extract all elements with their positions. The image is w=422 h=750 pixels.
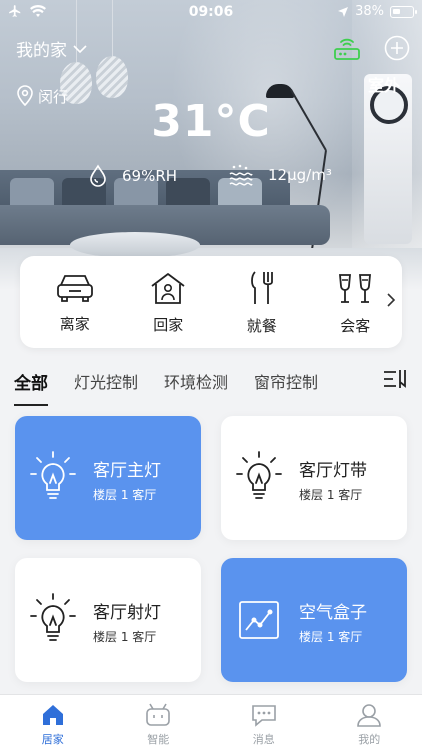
- glasses-icon: [339, 273, 372, 303]
- user-icon: [357, 704, 382, 727]
- tab-environment[interactable]: 环境检测: [164, 366, 228, 393]
- lightbulb-icon: [236, 451, 282, 499]
- nav-label: 消息: [252, 733, 275, 746]
- device-name: 空气盒子: [299, 603, 367, 623]
- tab-lighting[interactable]: 灯光控制: [74, 366, 138, 393]
- pm-reading: 12μg/m³: [228, 164, 332, 186]
- chart-icon: [239, 601, 279, 639]
- device-name: 客厅射灯: [93, 603, 161, 623]
- house-icon: [151, 272, 185, 304]
- status-bar: 09:06 38%: [0, 0, 422, 24]
- category-tabs: 全部 灯光控制 环境检测 窗帘控制: [14, 366, 408, 406]
- car-icon: [56, 274, 93, 302]
- location-arrow-icon: [338, 6, 349, 17]
- device-location: 楼层 1 客厅: [299, 630, 363, 644]
- home-name: 我的家: [16, 41, 67, 61]
- sort-icon[interactable]: [382, 368, 408, 390]
- device-location: 楼层 1 客厅: [299, 488, 363, 502]
- nav-label: 智能: [147, 733, 170, 746]
- lightbulb-icon: [30, 593, 76, 641]
- scene-label: 就餐: [246, 316, 277, 335]
- add-icon[interactable]: [384, 35, 410, 61]
- home-icon: [42, 705, 63, 725]
- robot-icon: [146, 703, 171, 726]
- temperature: 31°C: [151, 96, 271, 147]
- nav-smart[interactable]: 智能: [106, 695, 212, 750]
- chevron-right-icon[interactable]: [386, 292, 396, 308]
- scene-label: 会客: [340, 316, 371, 335]
- scene-leave-home[interactable]: 离家: [28, 256, 122, 348]
- scene-label: 离家: [59, 314, 90, 333]
- scene-come-home[interactable]: 回家: [122, 256, 216, 348]
- nav-label: 我的: [358, 733, 381, 746]
- nav-messages[interactable]: 消息: [211, 695, 317, 750]
- device-location: 楼层 1 客厅: [93, 630, 157, 644]
- device-card-air-box[interactable]: 空气盒子 楼层 1 客厅: [221, 558, 407, 682]
- router-icon[interactable]: [332, 36, 362, 62]
- tab-all[interactable]: 全部: [14, 366, 48, 406]
- device-card-light-strip[interactable]: 客厅灯带 楼层 1 客厅: [221, 416, 407, 540]
- lightbulb-icon: [30, 451, 76, 499]
- pendant-lamp: [96, 56, 128, 98]
- outdoor-label: 室外: [368, 76, 401, 95]
- nav-label: 居家: [41, 733, 64, 746]
- nav-profile[interactable]: 我的: [317, 695, 422, 750]
- device-card-main-light[interactable]: 客厅主灯 楼层 1 客厅: [15, 416, 201, 540]
- battery-icon: [390, 5, 417, 18]
- device-location: 楼层 1 客厅: [93, 488, 157, 502]
- scene-bar: 离家 回家 就餐 会客: [20, 256, 402, 348]
- water-drop-icon: [90, 164, 106, 187]
- air-quality-icon: [229, 164, 253, 186]
- scene-dining[interactable]: 就餐: [215, 256, 309, 348]
- bottom-nav: 居家 智能 消息 我的: [0, 694, 422, 750]
- cutlery-icon: [250, 270, 273, 304]
- home-selector[interactable]: 我的家: [16, 36, 87, 61]
- message-icon: [251, 705, 276, 727]
- coffee-table: [70, 232, 200, 258]
- device-name: 客厅灯带: [299, 461, 367, 481]
- nav-home[interactable]: 居家: [0, 695, 106, 750]
- scene-label: 回家: [153, 315, 184, 334]
- device-name: 客厅主灯: [93, 461, 161, 481]
- humidity-reading: 69%RH: [88, 164, 177, 188]
- chevron-down-icon: [73, 44, 87, 53]
- pm-value: 12μg/m³: [268, 166, 332, 184]
- battery-percent: 38%: [355, 4, 384, 19]
- humidity-value: 69%RH: [122, 167, 178, 185]
- device-card-spotlight[interactable]: 客厅射灯 楼层 1 客厅: [15, 558, 201, 682]
- tab-curtains[interactable]: 窗帘控制: [254, 366, 318, 393]
